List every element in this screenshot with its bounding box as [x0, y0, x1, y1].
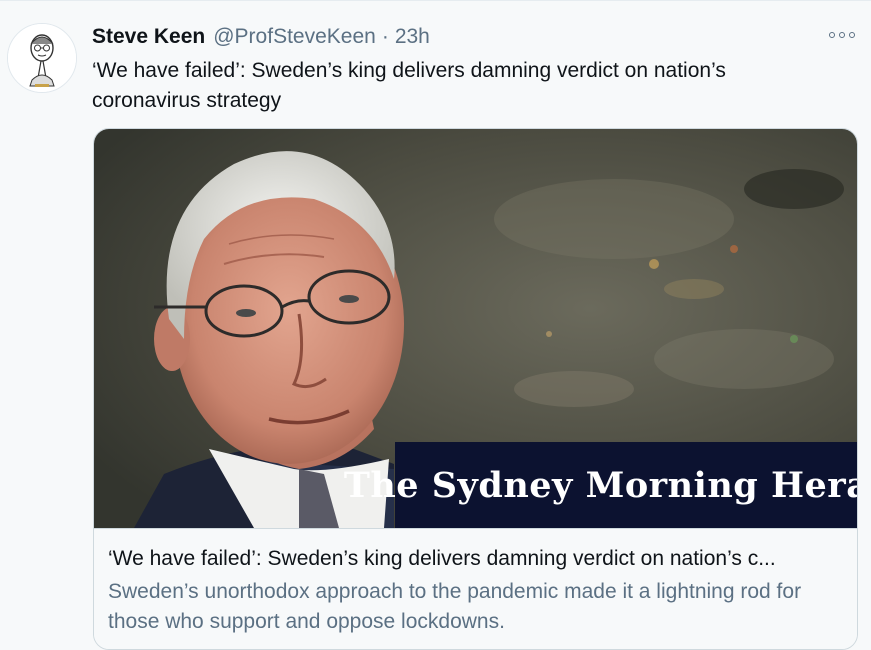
tweet[interactable]: Steve Keen @ProfSteveKeen · 23h ‘We have…	[0, 0, 871, 650]
card-info[interactable]: ‘We have failed’: Sweden’s king delivers…	[94, 528, 857, 649]
separator-dot: ·	[381, 25, 389, 48]
avatar[interactable]	[7, 23, 77, 93]
publisher-banner: The Sydney Morning Herald	[344, 442, 857, 528]
author-handle[interactable]: @ProfSteveKeen	[213, 25, 376, 49]
tweet-header: Steve Keen @ProfSteveKeen · 23h	[92, 23, 430, 51]
card-description: Sweden’s unorthodox approach to the pand…	[108, 580, 802, 633]
link-card[interactable]: The Sydney Morning Herald ‘We have faile…	[93, 128, 858, 650]
tweet-timestamp[interactable]: 23h	[395, 25, 430, 49]
tweet-text: ‘We have failed’: Sweden’s king delivers…	[92, 59, 726, 112]
publisher-logo-text: The Sydney Morning Herald	[343, 464, 857, 506]
card-title: ‘We have failed’: Sweden’s king delivers…	[108, 547, 776, 570]
more-options-icon[interactable]	[829, 27, 855, 43]
card-image[interactable]: The Sydney Morning Herald	[94, 129, 857, 528]
avatar-caricature-icon	[8, 24, 76, 92]
author-name[interactable]: Steve Keen	[92, 25, 205, 49]
